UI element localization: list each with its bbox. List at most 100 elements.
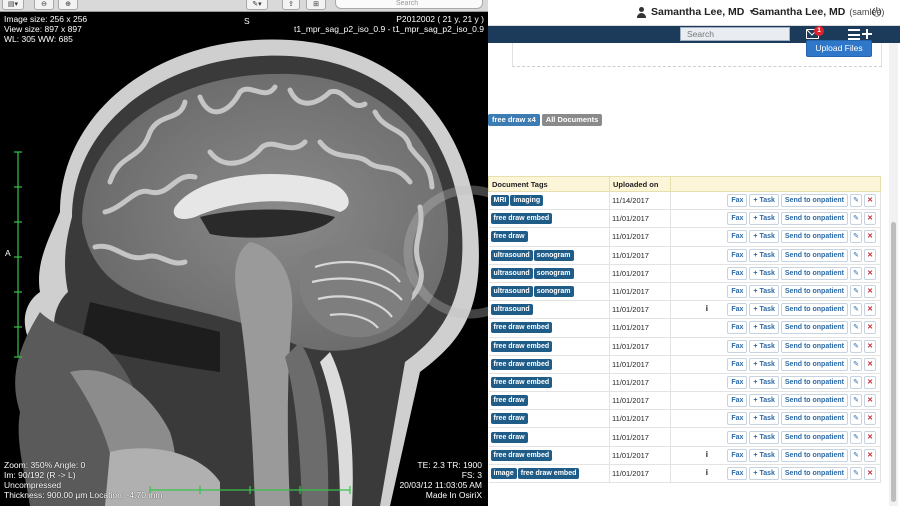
document-tag[interactable]: imaging [510,195,544,207]
document-tag[interactable]: ultrasound [490,304,533,316]
table-row[interactable]: MRI imaging 11/14/2017 Fax + Task Send to onp… [488,191,881,211]
delete-icon[interactable]: ✕ [864,430,876,444]
zoom-in-icon[interactable]: ⊕ [58,0,78,10]
delete-icon[interactable]: ✕ [864,230,876,244]
send-to-onpatient-button[interactable]: Send to onpatient [780,230,848,244]
document-tag[interactable]: sonogram [533,249,574,261]
delete-icon[interactable]: ✕ [864,357,876,371]
delete-icon[interactable]: ✕ [864,339,876,353]
document-tag[interactable]: free draw [490,395,528,407]
table-row[interactable]: free draw embed 11/01/2017 Fax + Task Send t… [488,337,881,356]
send-to-onpatient-button[interactable]: Send to onpatient [780,248,848,262]
edit-icon[interactable]: ✎ [850,303,862,317]
document-tag[interactable]: free draw [490,431,528,443]
add-task-button[interactable]: + Task [749,466,779,480]
share-icon[interactable]: ⇪ [282,0,300,10]
delete-icon[interactable]: ✕ [864,448,876,462]
fax-button[interactable]: Fax [727,321,748,335]
add-task-button[interactable]: + Task [749,303,779,317]
add-task-button[interactable]: + Task [749,375,779,389]
delete-icon[interactable]: ✕ [864,394,876,408]
fax-button[interactable]: Fax [727,357,748,371]
upload-files-button[interactable]: Upload Files [806,40,872,57]
edit-icon[interactable]: ✎ [850,230,862,244]
fax-button[interactable]: Fax [727,375,748,389]
send-to-onpatient-button[interactable]: Send to onpatient [780,375,848,389]
edit-icon[interactable]: ✎ [850,375,862,389]
edit-icon[interactable]: ✎ [850,194,862,208]
table-row[interactable]: ultrasound sonogram 11/01/2017 Fax + Task Sen… [488,246,881,265]
table-row[interactable]: free draw embed 11/01/2017 i Fax + Task Send … [488,446,881,465]
fax-button[interactable]: Fax [727,212,748,226]
info-icon[interactable]: i [702,304,711,313]
annotation-tool-button[interactable]: ✎▾ [246,0,268,10]
send-to-onpatient-button[interactable]: Send to onpatient [780,430,848,444]
fax-button[interactable]: Fax [727,448,748,462]
edit-icon[interactable]: ✎ [850,266,862,280]
send-to-onpatient-button[interactable]: Send to onpatient [780,266,848,280]
zoom-out-icon[interactable]: ⊖ [34,0,54,10]
filter-free-draw[interactable]: free draw x4 [488,114,540,126]
filter-all-documents[interactable]: All Documents [541,114,603,126]
document-tag[interactable]: free draw [490,413,528,425]
document-tag[interactable]: ultrasound [490,267,533,279]
add-task-button[interactable]: + Task [749,339,779,353]
add-task-button[interactable]: + Task [749,321,779,335]
table-row[interactable]: free draw embed 11/01/2017 Fax + Task Send t… [488,373,881,393]
add-task-button[interactable]: + Task [749,394,779,408]
fax-button[interactable]: Fax [727,430,748,444]
add-task-button[interactable]: + Task [749,448,779,462]
add-task-button[interactable]: + Task [749,248,779,262]
document-tag[interactable]: image [490,467,517,479]
send-to-onpatient-button[interactable]: Send to onpatient [780,412,848,426]
fax-button[interactable]: Fax [727,230,748,244]
document-tag[interactable]: free draw embed [490,322,553,334]
edit-icon[interactable]: ✎ [850,448,862,462]
delete-icon[interactable]: ✕ [864,303,876,317]
send-to-onpatient-button[interactable]: Send to onpatient [780,285,848,299]
fax-button[interactable]: Fax [727,466,748,480]
table-row[interactable]: ultrasound sonogram 11/01/2017 Fax + Task Sen… [488,264,881,283]
scrollbar-thumb[interactable] [891,222,896,502]
fax-button[interactable]: Fax [727,194,748,208]
document-tag[interactable]: sonogram [533,267,574,279]
add-task-button[interactable]: + Task [749,194,779,208]
add-task-button[interactable]: + Task [749,430,779,444]
edit-icon[interactable]: ✎ [850,339,862,353]
send-to-onpatient-button[interactable]: Send to onpatient [780,303,848,317]
document-tag[interactable]: MRI [490,195,510,207]
edit-icon[interactable]: ✎ [850,321,862,335]
document-tag[interactable]: free draw embed [490,358,553,370]
fax-button[interactable]: Fax [727,394,748,408]
edit-icon[interactable]: ✎ [850,430,862,444]
table-row[interactable]: free draw embed 11/01/2017 Fax + Task Send t… [488,318,881,338]
fax-button[interactable]: Fax [727,339,748,353]
delete-icon[interactable]: ✕ [864,285,876,299]
fax-button[interactable]: Fax [727,285,748,299]
delete-icon[interactable]: ✕ [864,412,876,426]
power-icon[interactable]: ⏻ [872,5,882,20]
document-tag[interactable]: free draw embed [490,449,553,461]
delete-icon[interactable]: ✕ [864,194,876,208]
add-task-button[interactable]: + Task [749,412,779,426]
delete-icon[interactable]: ✕ [864,266,876,280]
send-to-onpatient-button[interactable]: Send to onpatient [780,448,848,462]
user-menu[interactable]: Samantha Lee, MD ▼ [636,6,755,18]
document-tag[interactable]: free draw [490,231,528,243]
edit-icon[interactable]: ✎ [850,466,862,480]
edit-icon[interactable]: ✎ [850,394,862,408]
account-menu[interactable]: Samantha Lee, MD (samlee) [752,6,884,18]
document-tag[interactable]: free draw embed [517,467,580,479]
document-tag[interactable]: free draw embed [490,376,553,388]
info-icon[interactable]: i [702,468,711,477]
table-row[interactable]: image free draw embed 11/01/2017 i Fax + Task… [488,464,881,484]
edit-icon[interactable]: ✎ [850,357,862,371]
delete-icon[interactable]: ✕ [864,212,876,226]
table-row[interactable]: free draw embed 11/01/2017 Fax + Task Send t… [488,209,881,229]
send-to-onpatient-button[interactable]: Send to onpatient [780,357,848,371]
edit-icon[interactable]: ✎ [850,285,862,299]
fax-button[interactable]: Fax [727,266,748,280]
delete-icon[interactable]: ✕ [864,375,876,389]
table-row[interactable]: free draw 11/01/2017 Fax + Task Send to onpa… [488,409,881,429]
document-tag[interactable]: ultrasound [490,286,533,298]
